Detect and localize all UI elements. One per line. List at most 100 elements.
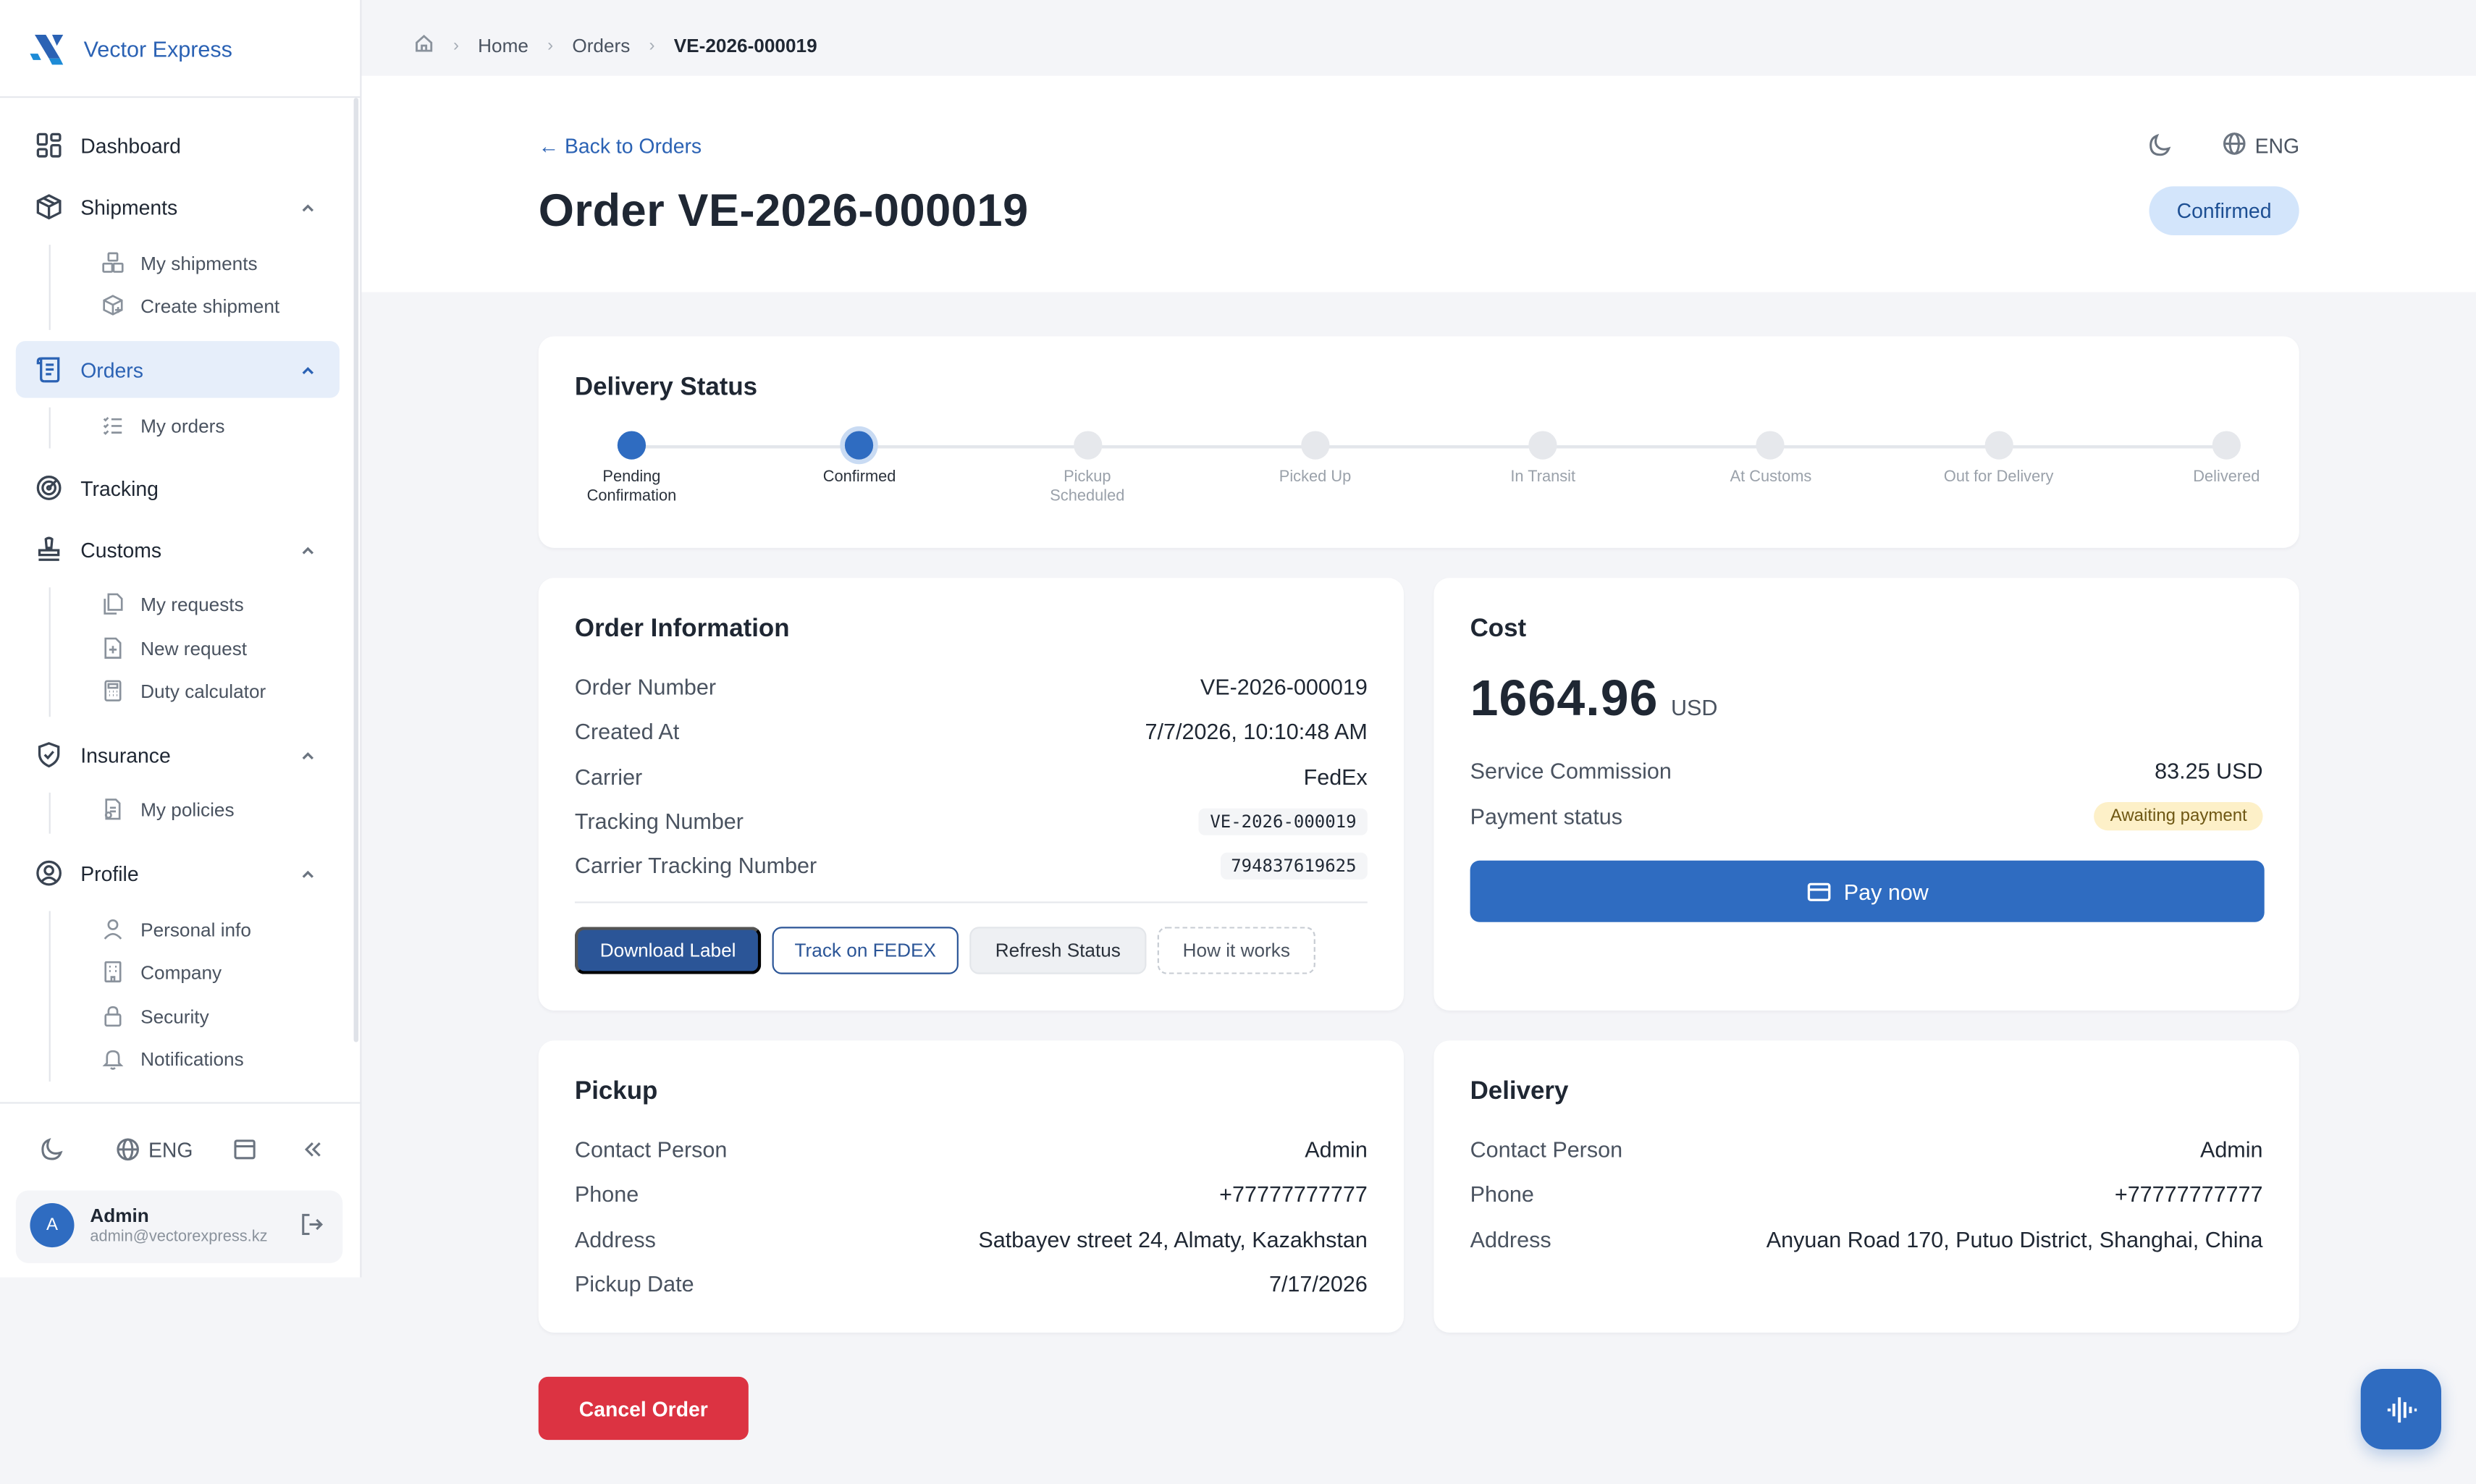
pickup-row-date: Pickup Date 7/17/2026 (575, 1266, 1368, 1301)
cost-card: Cost 1664.96 USD Service Commission 83.2… (1433, 578, 2299, 1011)
sidebar-item-label: Customs (80, 537, 162, 562)
brand[interactable]: Vector Express (0, 0, 361, 98)
chevron-up-icon (298, 360, 317, 379)
status-step: Confirmed (765, 431, 954, 488)
card-title: Cost (1470, 615, 1527, 643)
breadcrumb-orders[interactable]: Orders (572, 35, 630, 57)
info-label: Address (574, 1226, 656, 1252)
collapse-sidebar-button[interactable] (300, 1132, 325, 1167)
info-row-tracking-number: Tracking Number VE-2026-000019 (575, 804, 1368, 838)
payment-status-badge: Awaiting payment (2094, 801, 2263, 831)
sidebar-item-dashboard[interactable]: Dashboard (16, 117, 340, 174)
card-title: Order Information (574, 615, 790, 643)
info-value: Admin (1305, 1137, 1368, 1163)
theme-toggle-button[interactable] (40, 1132, 65, 1167)
info-row-carrier: Carrier FedEx (575, 759, 1368, 794)
card-title: Pickup (574, 1078, 658, 1105)
sidebar-item-shipments[interactable]: Shipments (16, 178, 340, 235)
language-selector[interactable]: ENG (115, 1132, 193, 1167)
cost-row-payment-status: Payment status Awaiting payment (1470, 799, 2263, 834)
sidebar-subitem-company[interactable]: Company (101, 956, 222, 990)
pickup-row-contact: Contact Person Admin (575, 1132, 1368, 1167)
brand-logo-icon (30, 33, 64, 64)
sidebar-subitem-new-request[interactable]: New request (101, 631, 247, 666)
delivery-row-address: Address Anyuan Road 170, Putuo District,… (1470, 1222, 2263, 1257)
sidebar-footer: ENG A Admin admin@vectorexpress.kz (0, 1102, 362, 1277)
how-it-works-button[interactable]: How it works (1157, 927, 1315, 974)
user-card[interactable]: A Admin admin@vectorexpress.kz (15, 1190, 343, 1263)
pickup-row-address: Address Satbayev street 24, Almaty, Kaza… (575, 1222, 1368, 1257)
sidebar-item-profile[interactable]: Profile (16, 845, 340, 902)
sidebar-scrollbar[interactable] (353, 98, 359, 1042)
info-value: VE-2026-000019 (1200, 674, 1368, 700)
logout-button[interactable] (298, 1211, 325, 1238)
tracking-number-chip[interactable]: VE-2026-000019 (1199, 807, 1368, 835)
theme-toggle-button[interactable] (2147, 132, 2173, 158)
back-to-orders-link[interactable]: ← Back to Orders (539, 134, 702, 158)
status-step-label: Out for Delivery (1943, 468, 2054, 486)
delivery-card: Delivery Contact Person Admin Phone +777… (1433, 1040, 2299, 1333)
language-selector[interactable]: ENG (2214, 132, 2299, 158)
sidebar-item-orders[interactable]: Orders (15, 341, 340, 398)
sidebar-subitem-my-policies[interactable]: My policies (101, 793, 235, 827)
sidebar-subitem-security[interactable]: Security (101, 1000, 209, 1034)
layout-toggle-button[interactable] (232, 1132, 258, 1167)
box-icon (35, 193, 63, 221)
breadcrumb-separator: › (649, 36, 655, 56)
documents-icon (101, 592, 127, 617)
delivery-row-contact: Contact Person Admin (1470, 1132, 2263, 1167)
boxes-icon (101, 251, 127, 277)
moon-icon (2149, 133, 2171, 156)
sidebar-subitem-create-shipment[interactable]: Create shipment (101, 289, 279, 324)
status-step: In Transit (1448, 431, 1638, 488)
submenu-guide-line (49, 407, 51, 449)
submenu-guide-line (49, 587, 51, 717)
sidebar-item-tracking[interactable]: Tracking (16, 460, 340, 517)
info-value: 7/7/2026, 10:10:48 AM (1145, 718, 1368, 744)
dashboard-icon (35, 131, 63, 159)
sidebar-subitem-personal-info[interactable]: Personal info (101, 913, 251, 948)
cost-row-commission: Service Commission 83.25 USD (1470, 753, 2263, 788)
page-title: Order VE-2026-000019 (538, 186, 1029, 237)
status-step: Pickup Scheduled (993, 431, 1182, 507)
status-step-dot (1756, 431, 1785, 460)
file-plus-icon (101, 636, 127, 662)
info-label: Carrier Tracking Number (574, 852, 817, 878)
sidebar-item-customs[interactable]: Customs (16, 521, 340, 578)
cancel-order-button[interactable]: Cancel Order (538, 1376, 749, 1441)
info-label: Address (1470, 1226, 1551, 1252)
pay-now-button[interactable]: Pay now (1470, 860, 2265, 922)
refresh-status-button[interactable]: Refresh Status (969, 927, 1147, 974)
sidebar-item-insurance[interactable]: Insurance (16, 726, 340, 783)
sidebar-subitem-my-requests[interactable]: My requests (101, 587, 244, 622)
sidebar-subitem-my-orders[interactable]: My orders (101, 409, 224, 444)
card-title: Delivery (1470, 1078, 1569, 1105)
submenu-guide-line (49, 245, 51, 330)
status-step-label: Pending Confirmation (586, 468, 677, 505)
status-step-label: In Transit (1510, 468, 1576, 486)
carrier-tracking-chip[interactable]: 794837619625 (1219, 851, 1368, 879)
info-label: Contact Person (1470, 1137, 1623, 1163)
sidebar-subitem-my-shipments[interactable]: My shipments (101, 246, 258, 281)
home-icon[interactable] (413, 33, 434, 59)
info-label: Pickup Date (574, 1270, 694, 1297)
shield-icon (35, 741, 63, 769)
info-label: Phone (1470, 1181, 1534, 1207)
sidebar-subitem-duty-calculator[interactable]: Duty calculator (101, 674, 266, 709)
status-step: Out for Delivery (1904, 431, 2094, 488)
panel-icon (234, 1139, 256, 1160)
brand-name: Vector Express (83, 35, 232, 61)
download-label-button[interactable]: Download Label (574, 927, 762, 974)
info-label: Contact Person (574, 1137, 728, 1163)
track-carrier-button[interactable]: Track on FEDEX (772, 927, 959, 974)
user-email: admin@vectorexpress.kz (90, 1228, 268, 1246)
credit-card-icon (1807, 882, 1830, 901)
breadcrumb-home[interactable]: Home (478, 35, 529, 57)
status-step-label: Confirmed (822, 468, 896, 486)
sidebar-subitem-notifications[interactable]: Notifications (101, 1042, 244, 1077)
sidebar-subitem-label: Duty calculator (140, 680, 266, 703)
building-icon (101, 960, 127, 985)
sidebar-subitem-label: My policies (140, 798, 235, 822)
info-label: Service Commission (1470, 757, 1672, 783)
voice-assistant-button[interactable] (2360, 1369, 2441, 1450)
